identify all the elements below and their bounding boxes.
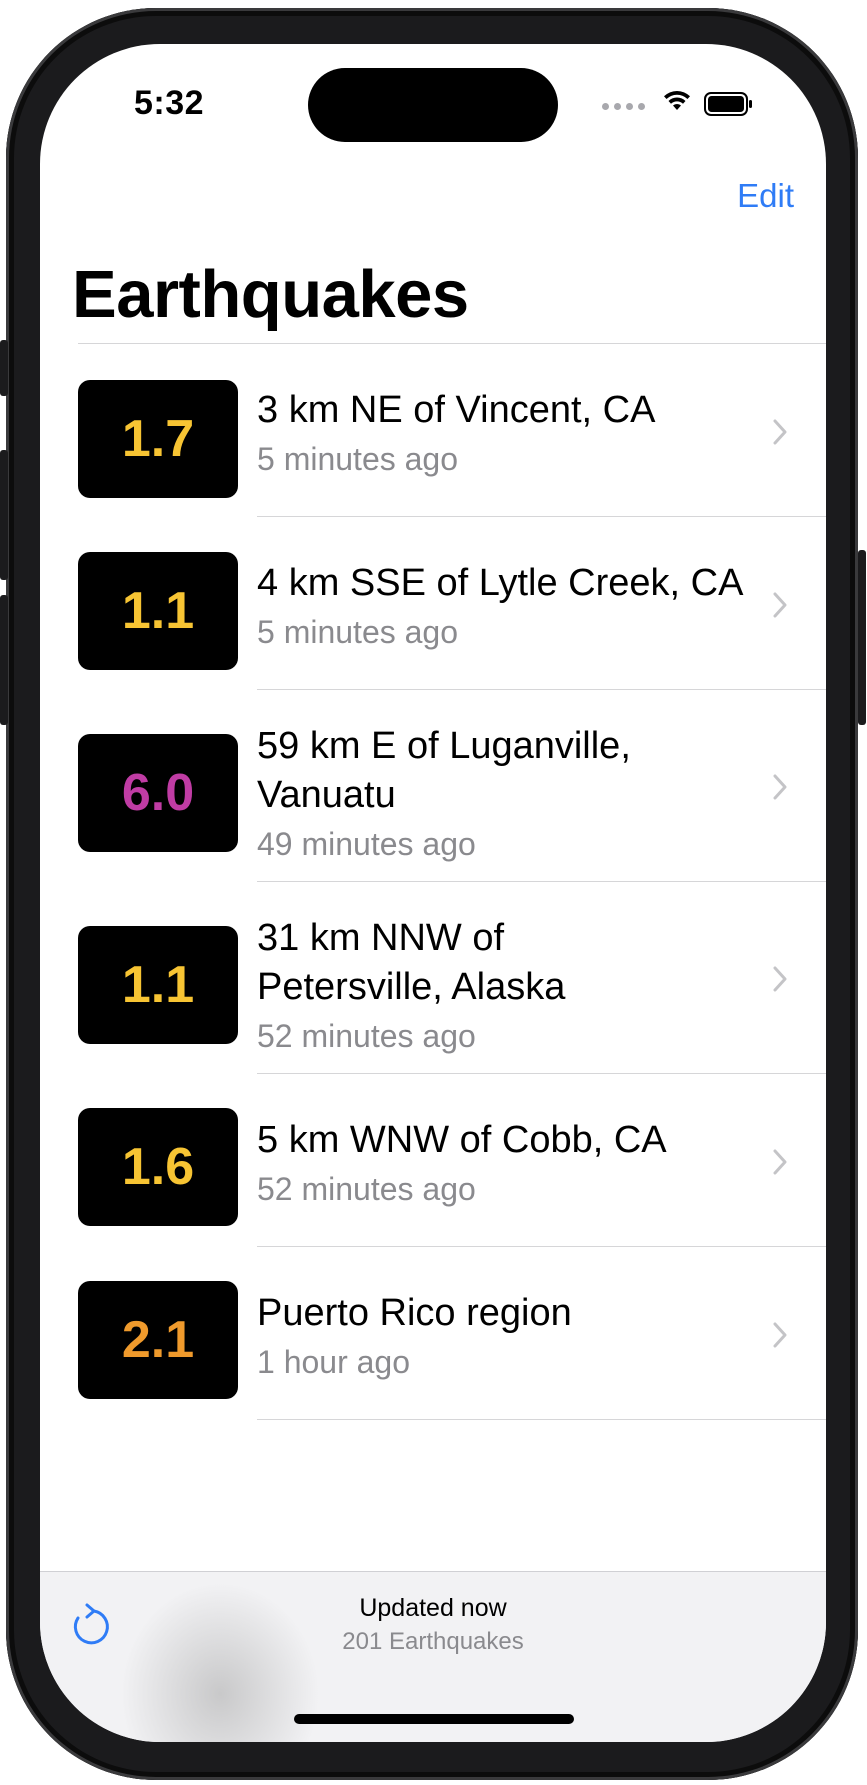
time-label: 52 minutes ago: [257, 1018, 476, 1054]
action-button: [0, 340, 8, 396]
bottom-toolbar: Updated now 201 Earthquakes: [40, 1571, 826, 1742]
chevron-right-icon: [773, 419, 787, 445]
time-label: 1 hour ago: [257, 1344, 411, 1380]
magnitude-badge: 2.1: [78, 1281, 238, 1399]
earthquake-row[interactable]: 1.1 4 km SSE of Lytle Creek, CA 5 minute…: [40, 517, 826, 690]
volume-down-button: [0, 595, 8, 725]
place-label-line2: Vanuatu: [257, 774, 396, 816]
magnitude-badge: 1.7: [78, 380, 238, 498]
wifi-icon: [664, 90, 690, 110]
screen: 5:32 Edit Earthquakes 1.7 3 km NE of Vin…: [40, 44, 826, 1742]
update-status: Updated now: [359, 1594, 507, 1622]
time-label: 5 minutes ago: [257, 614, 459, 650]
dynamic-island: [308, 68, 558, 142]
place-label-line1: 31 km NNW of: [257, 917, 505, 959]
earthquake-row[interactable]: 1.6 5 km WNW of Cobb, CA 52 minutes ago: [40, 1074, 826, 1247]
page-title: Earthquakes: [72, 257, 469, 332]
battery-icon: [704, 92, 752, 116]
edit-button[interactable]: Edit: [737, 177, 794, 215]
chevron-right-icon: [773, 1322, 787, 1348]
magnitude-badge: 6.0: [78, 734, 238, 852]
earthquake-row[interactable]: 1.7 3 km NE of Vincent, CA 5 minutes ago: [40, 344, 826, 517]
volume-up-button: [0, 450, 8, 580]
power-button: [858, 550, 866, 725]
chevron-right-icon: [773, 592, 787, 618]
place-label-line1: 59 km E of Luganville,: [257, 725, 631, 767]
chevron-right-icon: [773, 1149, 787, 1175]
cellular-signal-icon: [602, 103, 645, 110]
chevron-right-icon: [773, 966, 787, 992]
earthquake-row[interactable]: 1.1 31 km NNW of Petersville, Alaska 52 …: [40, 882, 826, 1074]
time-label: 49 minutes ago: [257, 826, 476, 862]
earthquake-count: 201 Earthquakes: [342, 1628, 524, 1655]
place-label: Puerto Rico region: [257, 1292, 572, 1334]
place-label: 5 km WNW of Cobb, CA: [257, 1119, 667, 1161]
earthquake-row[interactable]: 6.0 59 km E of Luganville, Vanuatu 49 mi…: [40, 690, 826, 882]
chevron-right-icon: [773, 774, 787, 800]
place-label: 3 km NE of Vincent, CA: [257, 389, 656, 431]
divider: [257, 1419, 826, 1420]
status-time: 5:32: [134, 84, 205, 122]
earthquake-row[interactable]: 2.1 Puerto Rico region 1 hour ago: [40, 1247, 826, 1420]
magnitude-badge: 1.1: [78, 926, 238, 1044]
place-label-line2: Petersville, Alaska: [257, 966, 566, 1008]
place-label: 4 km SSE of Lytle Creek, CA: [257, 562, 744, 604]
time-label: 5 minutes ago: [257, 441, 459, 477]
magnitude-badge: 1.1: [78, 552, 238, 670]
magnitude-badge: 1.6: [78, 1108, 238, 1226]
home-indicator[interactable]: [294, 1714, 574, 1724]
time-label: 52 minutes ago: [257, 1171, 476, 1207]
